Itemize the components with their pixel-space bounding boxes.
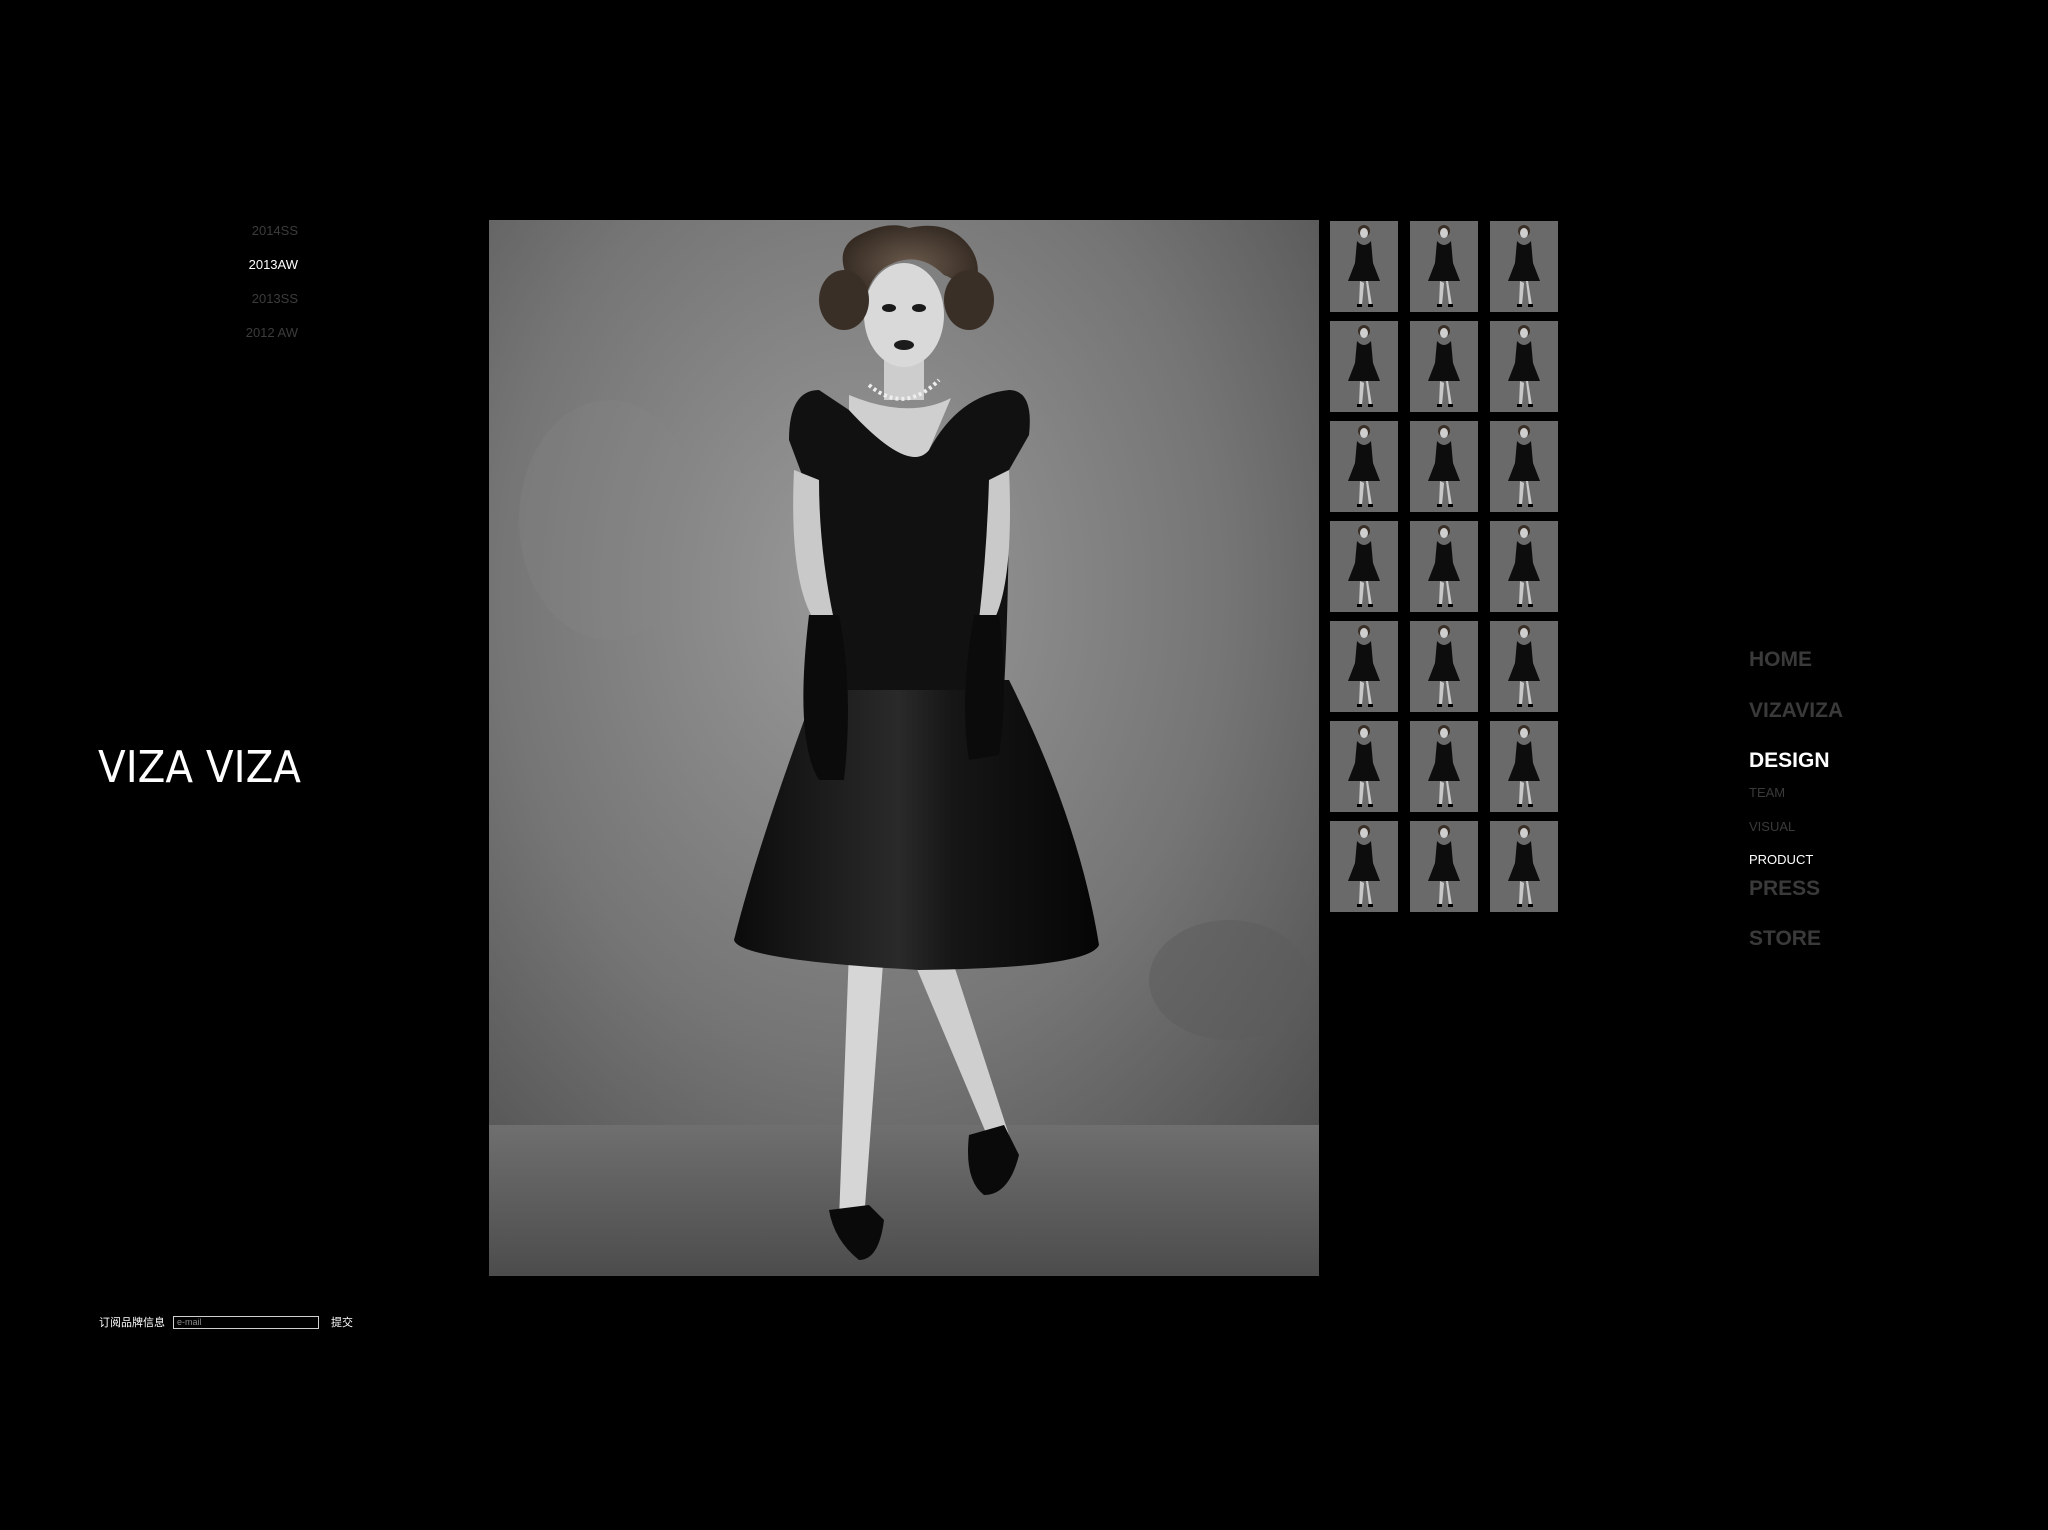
thumbnail[interactable] <box>1490 621 1558 712</box>
thumbnail[interactable] <box>1330 221 1398 312</box>
nav-home[interactable]: HOME <box>1749 648 1812 672</box>
thumbnail[interactable] <box>1410 221 1478 312</box>
thumbnail[interactable] <box>1330 821 1398 912</box>
thumbnail[interactable] <box>1410 421 1478 512</box>
nav-press[interactable]: PRESS <box>1749 877 1820 901</box>
subscribe-form: 订阅品牌信息 提交 <box>99 1314 353 1330</box>
thumbnail[interactable] <box>1490 521 1558 612</box>
brand-logo[interactable]: VIZA VIZA <box>98 738 304 790</box>
season-2012aw[interactable]: 2012 AW <box>180 316 298 350</box>
submit-button[interactable]: 提交 <box>331 1314 353 1330</box>
thumbnail[interactable] <box>1330 621 1398 712</box>
thumbnail[interactable] <box>1490 821 1558 912</box>
thumbnail[interactable] <box>1490 421 1558 512</box>
thumbnail[interactable] <box>1490 721 1558 812</box>
nav-store[interactable]: STORE <box>1749 927 1821 951</box>
brand-logo-text: VIZA VIZA <box>98 742 301 790</box>
thumbnail[interactable] <box>1410 321 1478 412</box>
thumbnail[interactable] <box>1410 821 1478 912</box>
thumbnail-grid <box>1330 221 1558 912</box>
thumbnail[interactable] <box>1410 521 1478 612</box>
main-photo <box>489 220 1319 1276</box>
nav-team[interactable]: TEAM <box>1749 785 1785 800</box>
nav-design[interactable]: DESIGN <box>1749 749 1830 773</box>
email-field[interactable] <box>173 1315 319 1329</box>
thumbnail[interactable] <box>1410 621 1478 712</box>
thumbnail[interactable] <box>1330 421 1398 512</box>
thumbnail[interactable] <box>1490 221 1558 312</box>
thumbnail[interactable] <box>1490 321 1558 412</box>
season-2013aw[interactable]: 2013AW <box>180 248 298 282</box>
nav-visual[interactable]: VISUAL <box>1749 819 1795 834</box>
nav-product[interactable]: PRODUCT <box>1749 852 1813 867</box>
season-2013ss[interactable]: 2013SS <box>180 282 298 316</box>
nav-vizaviza[interactable]: VIZAVIZA <box>1749 699 1843 723</box>
subscribe-label: 订阅品牌信息 <box>99 1317 165 1329</box>
thumbnail[interactable] <box>1330 721 1398 812</box>
season-list: 2014SS 2013AW 2013SS 2012 AW <box>180 214 298 350</box>
thumbnail[interactable] <box>1330 521 1398 612</box>
season-2014ss[interactable]: 2014SS <box>180 214 298 248</box>
thumbnail[interactable] <box>1410 721 1478 812</box>
thumbnail[interactable] <box>1330 321 1398 412</box>
